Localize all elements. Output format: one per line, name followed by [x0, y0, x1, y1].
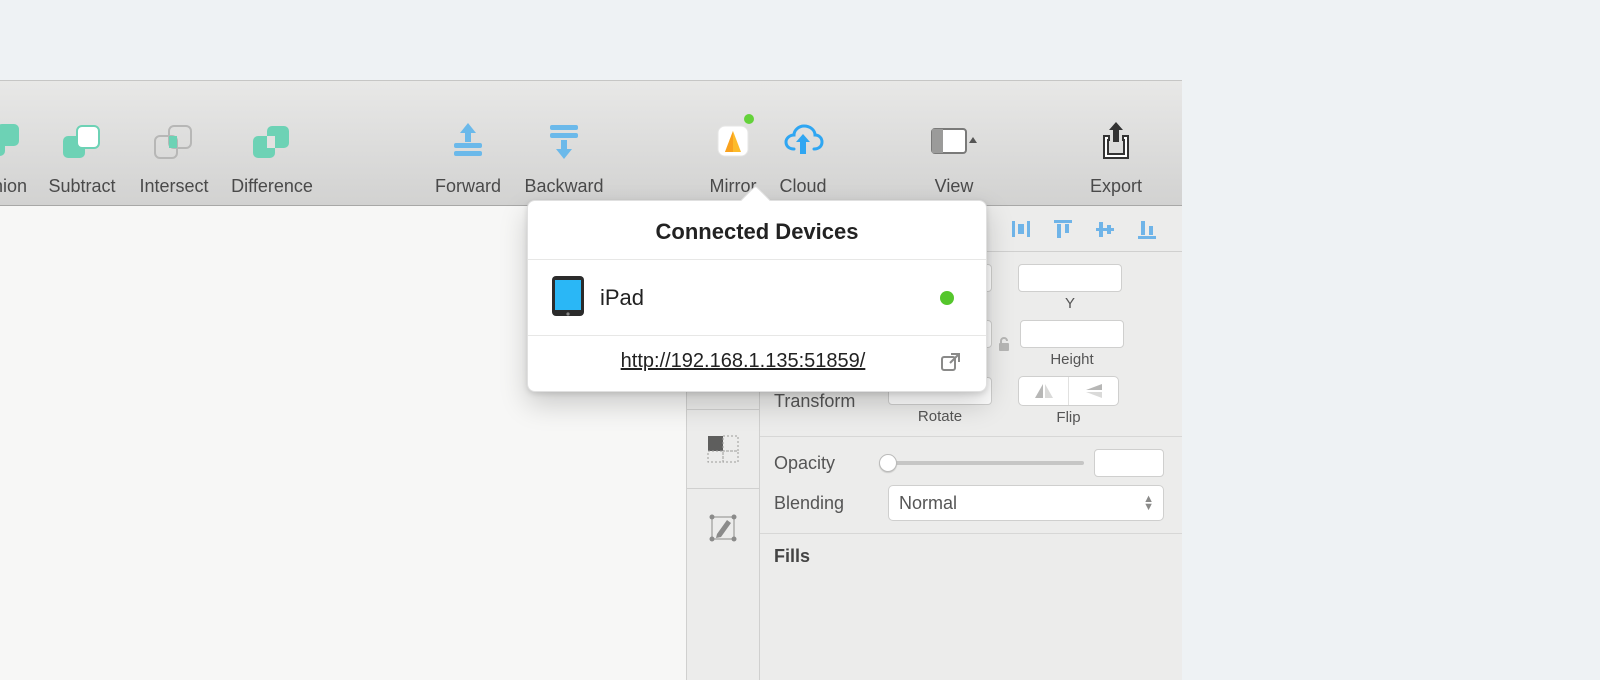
- ipad-icon: [550, 274, 586, 321]
- align-top-icon[interactable]: [1052, 218, 1074, 240]
- device-name: iPad: [600, 285, 940, 311]
- url-row: http://192.168.1.135:51859/: [528, 336, 986, 391]
- opacity-input[interactable]: [1094, 449, 1164, 477]
- mirror-icon: [714, 116, 752, 166]
- transform-label: Transform: [774, 391, 884, 412]
- y-sublabel: Y: [1065, 295, 1075, 312]
- intersect-icon: [150, 116, 198, 166]
- position-y-input[interactable]: [1018, 264, 1122, 292]
- connected-devices-popover: Connected Devices iPad http://192.168.1.…: [527, 200, 987, 392]
- toolbar-mirror[interactable]: Mirror: [698, 116, 768, 197]
- view-icon: [928, 116, 980, 166]
- flip-vertical-button[interactable]: [1068, 377, 1118, 405]
- flip-controls: [1018, 376, 1119, 406]
- backward-icon: [542, 116, 586, 166]
- toolbar-backward[interactable]: Backward: [514, 116, 614, 197]
- blending-label: Blending: [774, 493, 884, 514]
- toolbar-label: Forward: [435, 176, 501, 197]
- toolbar-cloud[interactable]: Cloud: [768, 116, 838, 197]
- toolbar-label: Subtract: [48, 176, 115, 197]
- union-icon: [0, 116, 28, 166]
- open-external-icon[interactable]: [936, 351, 964, 373]
- popover-title: Connected Devices: [528, 201, 986, 260]
- height-sublabel: Height: [1050, 351, 1093, 368]
- export-icon: [1099, 116, 1133, 166]
- toolbar-difference[interactable]: Difference: [220, 116, 324, 197]
- toolbar-union[interactable]: Union: [0, 116, 36, 197]
- toolbar-label: Backward: [524, 176, 603, 197]
- flip-horizontal-button[interactable]: [1019, 377, 1068, 405]
- vstrip-edit-icon[interactable]: [687, 489, 759, 567]
- toolbar-label: View: [935, 176, 974, 197]
- subtract-icon: [58, 116, 106, 166]
- device-row[interactable]: iPad: [528, 260, 986, 336]
- fills-section-header: Fills: [760, 536, 1182, 567]
- height-input[interactable]: [1020, 320, 1124, 348]
- toolbar-label: Union: [0, 176, 27, 197]
- toolbar-label: Difference: [231, 176, 313, 197]
- toolbar-view[interactable]: View: [918, 116, 990, 197]
- align-bottom-icon[interactable]: [1136, 218, 1158, 240]
- opacity-slider[interactable]: [888, 461, 1084, 465]
- lock-icon[interactable]: [992, 330, 1016, 358]
- toolbar-intersect[interactable]: Intersect: [128, 116, 220, 197]
- cloud-icon: [780, 116, 826, 166]
- stepper-icon: ▲▼: [1143, 495, 1153, 511]
- blending-value: Normal: [899, 493, 957, 514]
- mirror-url-link[interactable]: http://192.168.1.135:51859/: [550, 350, 936, 373]
- vstrip-mask-icon[interactable]: [687, 410, 759, 489]
- difference-icon: [248, 116, 296, 166]
- flip-sublabel: Flip: [1056, 409, 1080, 426]
- toolbar: Union Subtract Intersect Difference: [0, 80, 1182, 206]
- align-middle-icon[interactable]: [1094, 218, 1116, 240]
- opacity-label: Opacity: [774, 453, 884, 474]
- toolbar-label: Export: [1090, 176, 1142, 197]
- forward-icon: [446, 116, 490, 166]
- rotate-sublabel: Rotate: [918, 408, 962, 425]
- app-window: { "toolbar": { "union": "Union", "subtra…: [0, 0, 1600, 680]
- toolbar-export[interactable]: Export: [1076, 116, 1156, 197]
- blending-select[interactable]: Normal ▲▼: [888, 485, 1164, 521]
- toolbar-forward[interactable]: Forward: [422, 116, 514, 197]
- toolbar-subtract[interactable]: Subtract: [36, 116, 128, 197]
- status-dot-icon: [940, 291, 954, 305]
- toolbar-label: Intersect: [139, 176, 208, 197]
- align-distribute-horizontal-icon[interactable]: [1010, 218, 1032, 240]
- toolbar-label: Cloud: [779, 176, 826, 197]
